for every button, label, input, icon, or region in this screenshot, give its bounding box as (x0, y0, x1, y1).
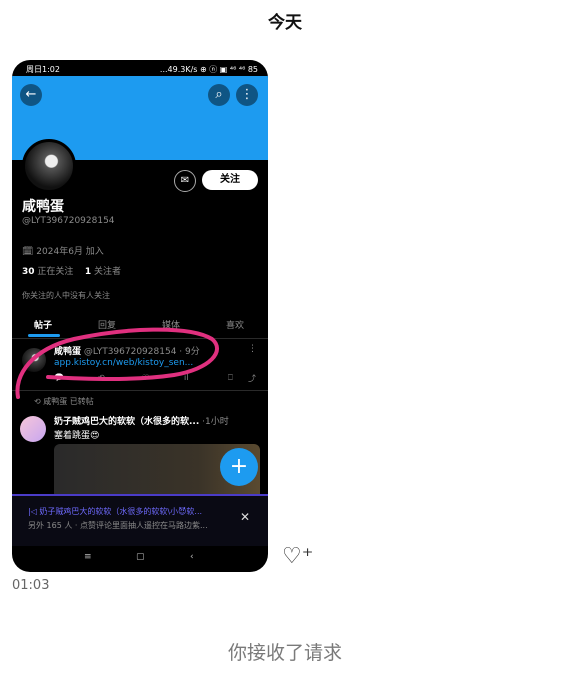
profile-avatar[interactable] (22, 139, 76, 193)
post-avatar[interactable] (20, 416, 46, 442)
media-title[interactable]: |◁ 奶子贼鸡巴大的软软（水很多的软软\小😈软... (28, 506, 202, 517)
user-handle: @LYT396720928154 (22, 216, 115, 226)
follow-button[interactable]: 关注 (202, 170, 258, 190)
date-header: 今天 (268, 13, 302, 33)
menu-icon[interactable]: ≡ (84, 552, 92, 562)
status-time: 周日1:02 (26, 65, 60, 74)
following-count[interactable]: 30 (22, 267, 35, 277)
more-vertical-icon[interactable]: ⋮ (236, 84, 258, 106)
heart-plus-icon[interactable]: ♡⁺ (282, 544, 313, 569)
search-icon[interactable]: ⌕ (208, 84, 230, 106)
post-author[interactable]: 奶子贼鸡巴大的软软（水很多的软... (54, 417, 199, 427)
followers-label[interactable]: 关注者 (94, 267, 121, 277)
follow-stats: 30 正在关注 1 关注者 (22, 264, 121, 277)
message-icon[interactable]: ✉ (174, 170, 196, 192)
back-arrow-icon[interactable]: ← (20, 84, 42, 106)
close-icon[interactable]: ✕ (240, 510, 250, 524)
display-name: 咸鸭蛋 (22, 199, 64, 215)
home-icon[interactable]: ▢ (136, 552, 145, 562)
android-nav-bar: ≡ ▢ ‹ (12, 544, 268, 572)
hand-drawn-circle (15, 327, 219, 399)
post-header: 奶子贼鸡巴大的软软（水很多的软... ·1小时 (54, 414, 229, 427)
message-time: 01:03 (12, 578, 50, 593)
compose-button[interactable]: + (220, 448, 258, 486)
tab-likes[interactable]: 喜欢 (226, 318, 244, 331)
status-icons: ...49.3K/s ⊕ ⓝ ▣ ⁴⁶ ⁴⁶ 85 (159, 65, 258, 74)
following-label[interactable]: 正在关注 (37, 267, 73, 277)
media-subtitle: 另外 165 人 · 点赞评论里面抽人遥控在马路边紫... (28, 521, 208, 530)
mutual-followers-note: 你关注的人中没有人关注 (22, 291, 110, 300)
request-accepted-note: 你接收了请求 (227, 642, 342, 664)
back-icon[interactable]: ‹ (190, 552, 194, 562)
post-text: 塞着跳蛋😍 (54, 431, 100, 441)
shared-screenshot[interactable]: 周日1:02 ...49.3K/s ⊕ ⓝ ▣ ⁴⁶ ⁴⁶ 85 ← ⌕ ⋮ ✉… (12, 60, 268, 572)
joined-date: 🗓 2024年6月 加入 (22, 247, 104, 257)
bookmark-icon[interactable]: ⎕ (228, 373, 233, 383)
post-more-icon[interactable]: ⋮ (248, 344, 257, 354)
share-icon[interactable]: ⤴ (248, 373, 256, 384)
status-bar: 周日1:02 ...49.3K/s ⊕ ⓝ ▣ ⁴⁶ ⁴⁶ 85 (12, 60, 268, 76)
post-meta: ·1小时 (202, 417, 229, 427)
followers-count[interactable]: 1 (85, 267, 91, 277)
